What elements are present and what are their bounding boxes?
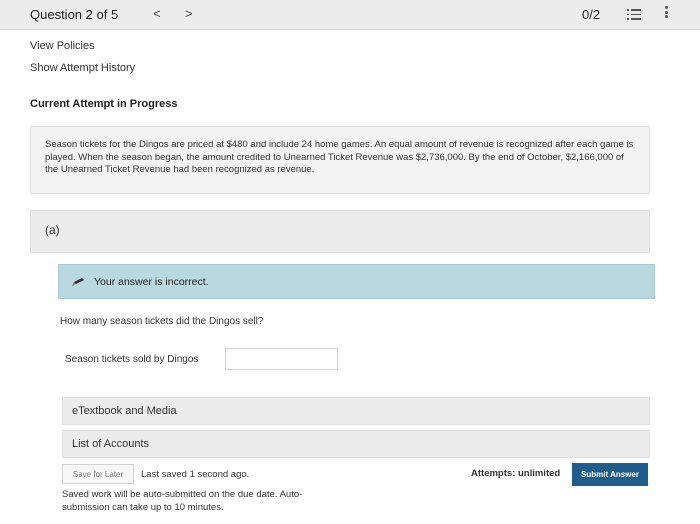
season-tickets-input[interactable]: [225, 348, 338, 370]
question-text: Season tickets for the Dingos are priced…: [30, 126, 650, 194]
list-icon[interactable]: [627, 9, 641, 20]
list-of-accounts-label: List of Accounts: [72, 438, 150, 450]
score-display: 0/2: [582, 7, 601, 22]
next-question-button[interactable]: >: [185, 6, 193, 21]
etextbook-media-accordion[interactable]: eTextbook and Media: [62, 397, 650, 425]
etextbook-media-label: eTextbook and Media: [72, 405, 177, 417]
attempt-heading: Current Attempt in Progress: [30, 98, 178, 110]
attempts-count: Attempts: unlimited: [471, 468, 561, 479]
save-for-later-button[interactable]: Save for Later: [62, 464, 134, 484]
autosubmit-note: Saved work will be auto-submitted on the…: [62, 489, 303, 513]
more-vertical-icon[interactable]: [665, 6, 669, 20]
answer-label: Season tickets sold by Dingos: [65, 354, 199, 365]
previous-question-button[interactable]: <: [153, 6, 161, 21]
question-header: Question 2 of 5 < > 0/2: [0, 0, 700, 30]
last-saved-status: Last saved 1 second ago.: [141, 469, 250, 480]
show-attempt-history-link[interactable]: Show Attempt History: [30, 62, 135, 74]
question-prompt: How many season tickets did the Dingos s…: [60, 316, 264, 327]
submit-answer-button[interactable]: Submit Answer: [572, 463, 648, 486]
question-title: Question 2 of 5: [30, 7, 119, 22]
view-policies-link[interactable]: View Policies: [30, 40, 95, 52]
feedback-banner: Your answer is incorrect.: [58, 264, 655, 299]
feedback-text: Your answer is incorrect.: [94, 276, 209, 288]
part-label: (a): [45, 223, 60, 237]
pencil-icon: [72, 278, 84, 286]
list-of-accounts-accordion[interactable]: List of Accounts: [62, 430, 650, 458]
part-a-panel: (a): [30, 210, 650, 253]
